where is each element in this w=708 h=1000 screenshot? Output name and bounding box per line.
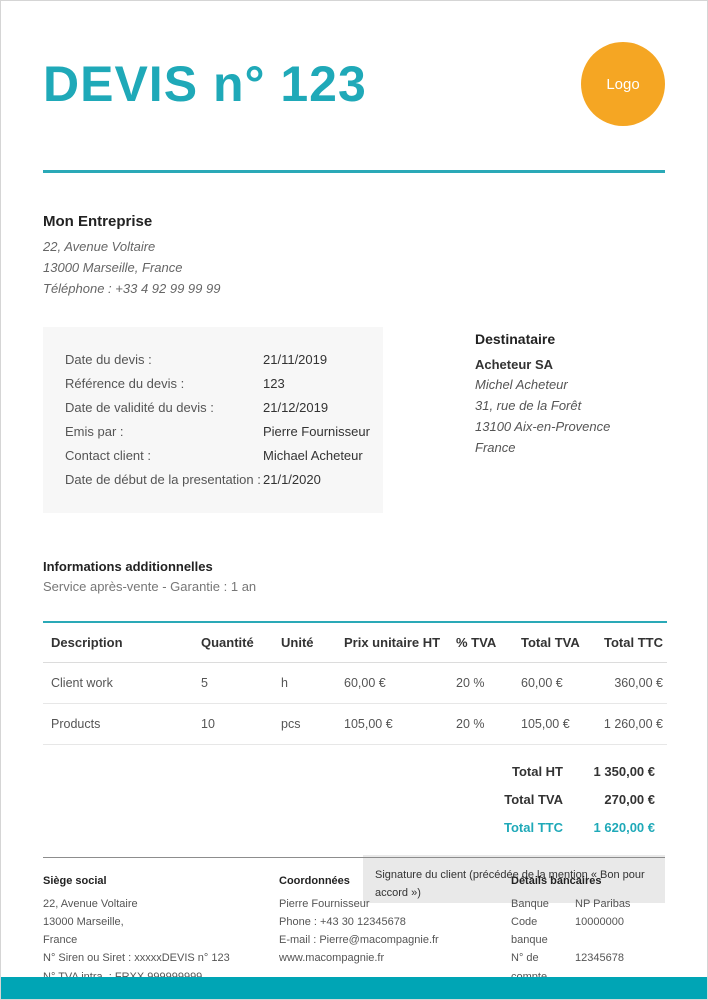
cell-quantity: 5 — [193, 663, 273, 704]
cell-total-vat: 105,00 € — [513, 704, 591, 745]
footer-heading-bank: Détails bancaires — [511, 875, 668, 887]
totals-block: Total HT 1 350,00 € Total TVA 270,00 € T… — [43, 757, 665, 841]
quote-detail-row: Date du devis : 21/11/2019 — [65, 348, 373, 372]
quote-details-box: Date du devis : 21/11/2019 Référence du … — [43, 327, 383, 513]
table-row: Products 10 pcs 105,00 € 20 % 105,00 € 1… — [43, 704, 667, 745]
cell-total-ttc: 360,00 € — [591, 663, 667, 704]
quote-detail-value: Pierre Fournisseur — [263, 420, 370, 444]
total-ht-value: 1 350,00 € — [563, 764, 665, 779]
bottom-accent-bar — [1, 977, 707, 999]
footer-line: France — [43, 931, 279, 949]
cell-unit-price: 60,00 € — [336, 663, 448, 704]
total-ttc-row: Total TTC 1 620,00 € — [43, 813, 665, 841]
total-ttc-value: 1 620,00 € — [563, 820, 665, 835]
quote-detail-label: Date du devis : — [65, 348, 263, 372]
bank-row: Code banque 10000000 — [511, 913, 668, 949]
footer-contact-name: Pierre Fournisseur — [279, 895, 511, 913]
quote-detail-value: 21/1/2020 — [263, 468, 321, 492]
footer-contact-website: www.macompagnie.fr — [279, 949, 511, 967]
quote-detail-label: Contact client : — [65, 444, 263, 468]
total-tva-value: 270,00 € — [563, 792, 665, 807]
total-ttc-label: Total TTC — [504, 820, 563, 835]
cell-unit: pcs — [273, 704, 336, 745]
logo-label: Logo — [606, 76, 639, 93]
cell-vat-rate: 20 % — [448, 704, 513, 745]
total-ht-label: Total HT — [512, 764, 563, 779]
bank-value: 10000000 — [575, 913, 624, 949]
cell-vat-rate: 20 % — [448, 663, 513, 704]
total-ht-row: Total HT 1 350,00 € — [43, 757, 665, 785]
column-header-total-vat: Total TVA — [513, 622, 591, 663]
recipient-line: 31, rue de la Forêt — [475, 396, 665, 417]
sender-address-line: 22, Avenue Voltaire — [43, 237, 665, 258]
quote-detail-value: 21/11/2019 — [263, 348, 327, 372]
cell-unit: h — [273, 663, 336, 704]
footer-contact-phone: Phone : +43 30 12345678 — [279, 913, 511, 931]
quote-detail-label: Date de début de la presentation : — [65, 468, 263, 492]
cell-total-vat: 60,00 € — [513, 663, 591, 704]
mid-section: Date du devis : 21/11/2019 Référence du … — [43, 327, 665, 513]
quote-detail-row: Date de validité du devis : 21/12/2019 — [65, 396, 373, 420]
column-header-quantity: Quantité — [193, 622, 273, 663]
bank-label: Code banque — [511, 913, 575, 949]
cell-description: Client work — [43, 663, 193, 704]
company-logo: Logo — [581, 42, 665, 126]
quote-detail-row: Référence du devis : 123 — [65, 372, 373, 396]
additional-info-text: Service après-vente - Garantie : 1 an — [43, 579, 665, 594]
quote-detail-row: Contact client : Michael Acheteur — [65, 444, 373, 468]
items-table: Description Quantité Unité Prix unitaire… — [43, 621, 667, 745]
recipient-line: Michel Acheteur — [475, 375, 665, 396]
header-divider — [43, 170, 665, 173]
column-header-description: Description — [43, 622, 193, 663]
quote-detail-row: Emis par : Pierre Fournisseur — [65, 420, 373, 444]
column-header-vat-rate: % TVA — [448, 622, 513, 663]
total-tva-label: Total TVA — [504, 792, 563, 807]
quote-document-page: DEVIS n° 123 Logo Mon Entreprise 22, Ave… — [0, 0, 708, 1000]
quote-detail-label: Référence du devis : — [65, 372, 263, 396]
bank-label: Banque — [511, 895, 575, 913]
column-header-unit-price: Prix unitaire HT — [336, 622, 448, 663]
footer-siren-line: N° Siren ou Siret : xxxxxDEVIS n° 123 — [43, 949, 279, 967]
bank-value: NP Paribas — [575, 895, 630, 913]
cell-description: Products — [43, 704, 193, 745]
footer-heading-contact: Coordonnées — [279, 875, 511, 887]
footer-line: 13000 Marseille, — [43, 913, 279, 931]
cell-total-ttc: 1 260,00 € — [591, 704, 667, 745]
sender-company-name: Mon Entreprise — [43, 213, 665, 230]
sender-block: Mon Entreprise 22, Avenue Voltaire 13000… — [43, 213, 665, 299]
recipient-company: Acheteur SA — [475, 357, 665, 372]
total-tva-row: Total TVA 270,00 € — [43, 785, 665, 813]
additional-info-heading: Informations additionnelles — [43, 559, 665, 574]
bank-row: Banque NP Paribas — [511, 895, 668, 913]
cell-quantity: 10 — [193, 704, 273, 745]
quote-detail-value: Michael Acheteur — [263, 444, 363, 468]
recipient-block: Destinataire Acheteur SA Michel Acheteur… — [475, 327, 665, 513]
quote-detail-label: Emis par : — [65, 420, 263, 444]
quote-detail-label: Date de validité du devis : — [65, 396, 263, 420]
page-title: DEVIS n° 123 — [43, 55, 367, 113]
recipient-line: 13100 Aix-en-Provence — [475, 417, 665, 438]
sender-address-line: 13000 Marseille, France — [43, 258, 665, 279]
quote-detail-value: 21/12/2019 — [263, 396, 328, 420]
quote-detail-value: 123 — [263, 372, 285, 396]
items-table-header: Description Quantité Unité Prix unitaire… — [43, 622, 667, 663]
header: DEVIS n° 123 Logo — [43, 37, 665, 131]
recipient-heading: Destinataire — [475, 331, 665, 347]
column-header-total-ttc: Total TTC — [591, 622, 667, 663]
recipient-line: France — [475, 438, 665, 459]
quote-detail-row: Date de début de la presentation : 21/1/… — [65, 468, 373, 492]
column-header-unit: Unité — [273, 622, 336, 663]
table-row: Client work 5 h 60,00 € 20 % 60,00 € 360… — [43, 663, 667, 704]
sender-phone-line: Téléphone : +33 4 92 99 99 99 — [43, 279, 665, 300]
footer-line: 22, Avenue Voltaire — [43, 895, 279, 913]
footer-heading-registered-office: Siège social — [43, 875, 279, 887]
additional-info-block: Informations additionnelles Service aprè… — [43, 559, 665, 594]
cell-unit-price: 105,00 € — [336, 704, 448, 745]
footer-contact-email: E-mail : Pierre@macompagnie.fr — [279, 931, 511, 949]
